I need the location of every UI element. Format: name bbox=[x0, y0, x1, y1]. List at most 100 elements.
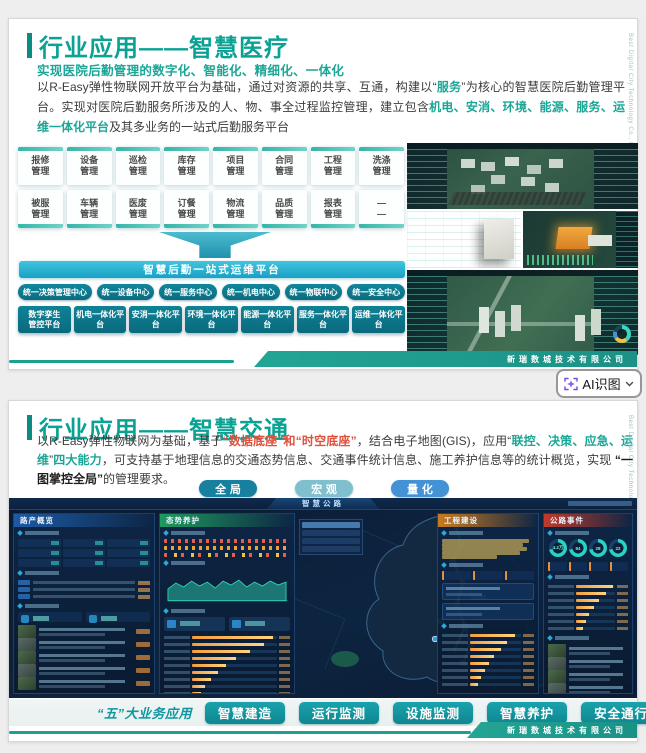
ring-gauge-0: 4.2万 bbox=[549, 539, 567, 557]
module-card-2: 医废 管理 bbox=[115, 190, 161, 228]
railway-strip bbox=[448, 192, 587, 205]
filter-row bbox=[302, 530, 360, 536]
center-pill-2: 统一服务中心 bbox=[159, 284, 218, 300]
footer-accent-line bbox=[9, 360, 234, 363]
section-label bbox=[18, 570, 150, 576]
stat-mini-chips bbox=[442, 571, 534, 580]
section-label bbox=[18, 603, 150, 609]
ring-gauge bbox=[613, 325, 631, 343]
footer-accent-line bbox=[9, 731, 471, 734]
filter-row bbox=[302, 546, 360, 552]
building-blocks bbox=[461, 159, 475, 168]
mini-chip bbox=[589, 562, 608, 571]
mini-bar-row bbox=[442, 632, 534, 639]
mini-bar-row bbox=[548, 618, 628, 625]
mini-bar-row bbox=[442, 667, 534, 674]
section-label bbox=[442, 562, 534, 568]
event-card bbox=[548, 657, 628, 670]
event-tag bbox=[136, 681, 150, 686]
event-card bbox=[18, 677, 150, 690]
module-card-7: — — bbox=[359, 190, 404, 228]
mini-chip bbox=[548, 562, 567, 571]
view-mode-pill-0: 全局 bbox=[199, 480, 257, 497]
section-label bbox=[442, 530, 534, 536]
mini-bar-row bbox=[164, 669, 290, 676]
orange-building bbox=[555, 227, 593, 249]
mini-bar-row bbox=[164, 648, 290, 655]
panel-road-assets: 路产概览 bbox=[13, 513, 155, 694]
dashboard-title: 智慧公路 bbox=[267, 498, 379, 509]
section-label bbox=[164, 530, 290, 536]
project-card bbox=[442, 583, 534, 600]
module-card-2: 巡检 管理 bbox=[115, 147, 161, 185]
event-ring-gauges: 4.2万 94 28 22 bbox=[548, 539, 628, 559]
text-segment: 以R-Easy弹性物联网为基础，基于 bbox=[37, 434, 223, 448]
event-card bbox=[18, 625, 150, 638]
text-segment: 四大能力 bbox=[53, 453, 102, 467]
mini-bar-row bbox=[164, 634, 290, 641]
module-grid-row1: 报修 管理 设备 管理 巡检 管理 库存 管理 项目 管理 合同 管理 工程 管理 洗涤 管理 bbox=[18, 147, 404, 185]
status-dot-strip bbox=[164, 539, 290, 543]
text-segment: ，结合电子地图(GIS)，应用“ bbox=[356, 434, 512, 448]
event-thumbnail bbox=[18, 651, 36, 664]
module-card-6: 工程 管理 bbox=[310, 147, 356, 185]
text-segment: “数据底座”和“时空底座” bbox=[222, 434, 357, 448]
trend-area-chart bbox=[167, 579, 289, 602]
event-tag bbox=[136, 668, 150, 673]
app-button-3: 智慧养护 bbox=[487, 701, 568, 724]
event-card bbox=[18, 638, 150, 651]
platforms-row: 数字孪生 管控平台 机电一体化平台 安消一体化平台 环境一体化平台 能源一体化平台 服务一… bbox=[18, 306, 406, 333]
platform-block-3: 环境一体化平台 bbox=[185, 306, 238, 333]
center-pill-4: 统一物联中心 bbox=[284, 284, 343, 300]
text-segment: 及其多业务的一站式后勤服务平台 bbox=[109, 120, 290, 134]
panel-header: 态势养护 bbox=[160, 514, 294, 527]
module-card-4: 物流 管理 bbox=[213, 190, 258, 228]
event-thumbnail bbox=[548, 657, 566, 670]
text-segment: 以R-Easy弹性物联网开放平台为基础，通过对资源的共享、互通，构建以“ bbox=[37, 80, 437, 94]
event-card bbox=[548, 670, 628, 683]
platform-block-2: 安消一体化平台 bbox=[129, 306, 183, 333]
app-button-2: 设施监测 bbox=[393, 701, 474, 724]
mini-bar-row bbox=[548, 590, 628, 597]
maintenance-stat-chips bbox=[164, 617, 290, 631]
hud-panel-right bbox=[594, 149, 638, 209]
platform-block-4: 能源一体化平台 bbox=[240, 306, 294, 333]
hud-mini-panel bbox=[616, 211, 638, 268]
slide-page-smart-healthcare: 行业应用——智慧医疗 实现医院后勤管理的数字化、智能化、精细化、一体化 以R-E… bbox=[8, 18, 638, 370]
event-card bbox=[548, 644, 628, 657]
unified-centers-row: 统一决策管理中心 统一设备中心 统一服务中心 统一机电中心 统一物联中心 统一安全中心 bbox=[18, 284, 406, 300]
event-card bbox=[18, 664, 150, 677]
event-thumbnail bbox=[18, 625, 36, 638]
stat-mini-chips bbox=[548, 562, 628, 571]
company-footer: 新瑞数城技术有限公司 bbox=[467, 722, 637, 738]
platform-block-6: 运维一体化平台 bbox=[352, 306, 406, 333]
stat-chip bbox=[62, 559, 106, 567]
module-card-1: 车辆 管理 bbox=[66, 190, 112, 228]
screenshot-data-panel bbox=[407, 211, 521, 268]
building-blocks bbox=[479, 307, 489, 333]
project-list bbox=[442, 539, 534, 559]
stat-chip bbox=[107, 539, 150, 547]
event-list bbox=[18, 625, 150, 690]
module-card-7: 洗涤 管理 bbox=[359, 147, 404, 185]
filter-row bbox=[302, 522, 360, 528]
module-card-6: 报表 管理 bbox=[310, 190, 356, 228]
app-button-4: 安全通行服务 bbox=[581, 701, 646, 724]
event-thumbnail bbox=[548, 670, 566, 683]
stat-badge bbox=[86, 612, 150, 623]
stat-badge bbox=[18, 612, 82, 623]
center-pill-0: 统一决策管理中心 bbox=[18, 284, 92, 300]
event-card bbox=[548, 683, 628, 693]
slide1-paragraph: 以R-Easy弹性物联网开放平台为基础，通过对资源的共享、互通，构建以“服务”为… bbox=[37, 77, 625, 137]
mini-chip bbox=[473, 571, 503, 580]
chevron-down-icon[interactable] bbox=[625, 381, 634, 387]
white-slab bbox=[588, 235, 612, 246]
route-row bbox=[18, 593, 150, 600]
ai-recognize-button[interactable]: AI识图 bbox=[556, 369, 642, 398]
event-tag bbox=[136, 629, 150, 634]
mini-bar-row bbox=[164, 683, 290, 690]
screenshot-campus-aerial bbox=[407, 143, 638, 209]
funnel-arrow-shape bbox=[159, 232, 271, 258]
mini-bar-chart bbox=[527, 255, 593, 265]
title-accent-bar bbox=[27, 33, 32, 58]
